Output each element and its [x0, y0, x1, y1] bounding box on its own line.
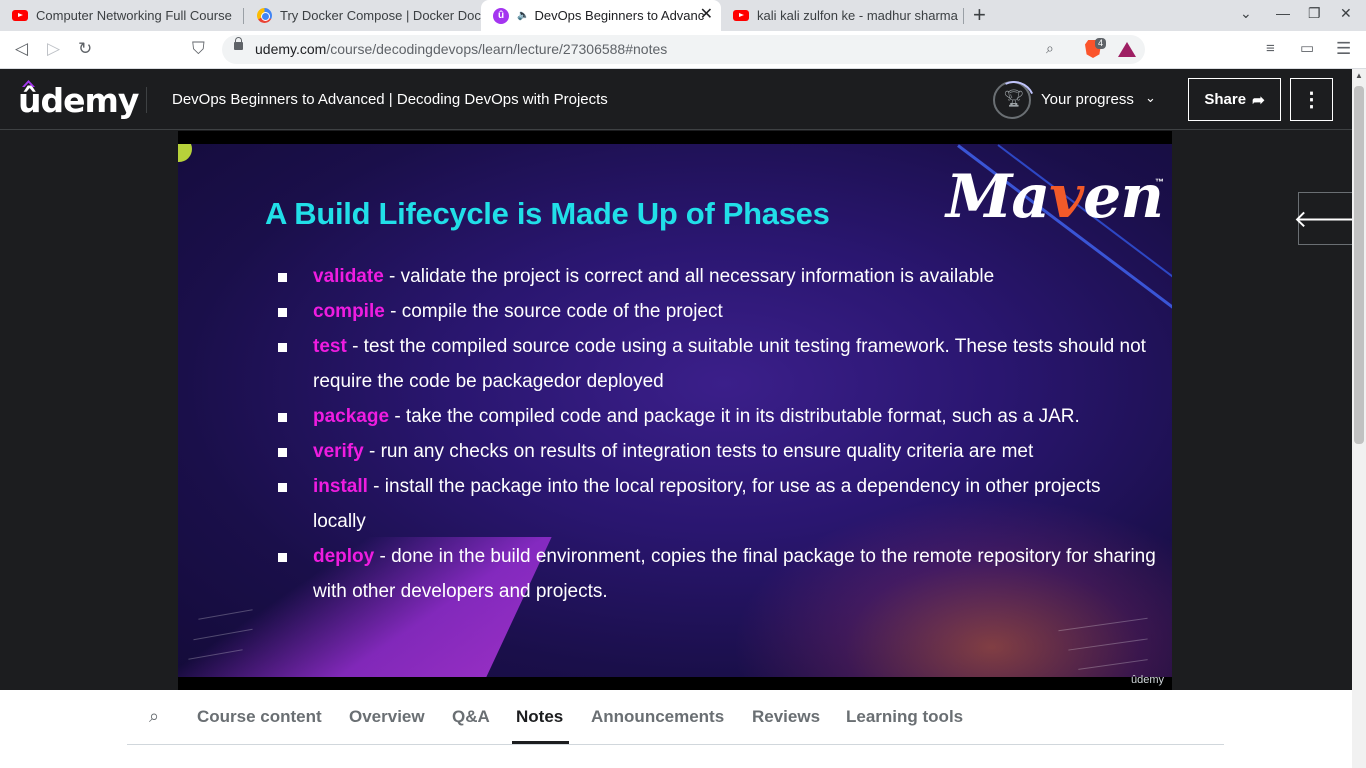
address-bar[interactable]: udemy.com/course/decodingdevops/learn/le…: [222, 35, 1145, 64]
trophy-icon: 🏆︎: [1003, 89, 1025, 108]
page-scrollbar[interactable]: ▲: [1352, 69, 1366, 768]
browser-tab[interactable]: kali kali zulfon ke - madhur sharma: [721, 0, 963, 31]
youtube-icon: [12, 8, 28, 24]
tab-title: Computer Networking Full Course: [36, 8, 232, 23]
tab-title: DevOps Beginners to Advanced: [534, 8, 705, 23]
arrow-left-icon: 🡐: [1293, 205, 1358, 233]
search-icon[interactable]: ⌕: [149, 706, 159, 727]
youtube-icon: [733, 8, 749, 24]
restore-icon[interactable]: ❐: [1308, 5, 1321, 22]
video-stage: A Build Lifecycle is Made Up of Phases M…: [0, 131, 1358, 690]
chevron-down-icon[interactable]: ⌄: [1145, 90, 1156, 106]
chevron-down-icon[interactable]: ⌄: [1240, 5, 1252, 22]
lecture-tabs: ⌕ Course content Overview Q&A Notes Anno…: [127, 690, 1224, 745]
course-title[interactable]: DevOps Beginners to Advanced | Decoding …: [172, 91, 608, 108]
scroll-up-arrow-icon[interactable]: ▲: [1355, 71, 1363, 80]
scroll-thumb[interactable]: [1354, 86, 1364, 444]
tab-qa[interactable]: Q&A: [452, 707, 490, 727]
course-header: ûdemy DevOps Beginners to Advanced | Dec…: [0, 69, 1366, 130]
wallet-icon[interactable]: ▭: [1300, 39, 1314, 59]
phase-list: validate - validate the project is corre…: [278, 259, 1158, 609]
lecture-slide: A Build Lifecycle is Made Up of Phases M…: [178, 144, 1172, 677]
video-player[interactable]: A Build Lifecycle is Made Up of Phases M…: [178, 131, 1172, 690]
shield-count-badge: 4: [1095, 38, 1107, 49]
list-item: compile - compile the source code of the…: [278, 294, 1158, 329]
browser-tab-active[interactable]: û 🔈 DevOps Beginners to Advanced ✕: [481, 0, 721, 31]
udemy-icon: û: [493, 7, 509, 24]
tab-overview[interactable]: Overview: [349, 707, 425, 727]
back-icon[interactable]: ◁: [15, 39, 28, 59]
new-tab-button[interactable]: +: [973, 4, 986, 26]
url-text[interactable]: udemy.com/course/decodingdevops/learn/le…: [255, 41, 667, 57]
maven-logo: Maven: [946, 162, 1164, 232]
audio-icon[interactable]: 🔈: [517, 10, 529, 21]
active-tab-indicator: [512, 741, 569, 744]
tab-announcements[interactable]: Announcements: [591, 707, 724, 727]
chrome-icon: [256, 8, 272, 24]
browser-tab-strip: Computer Networking Full Course Try Dock…: [0, 0, 1366, 31]
forward-icon[interactable]: ▷: [47, 39, 60, 59]
list-item: install - install the package into the l…: [278, 469, 1158, 539]
menu-icon[interactable]: ☰: [1336, 39, 1351, 59]
list-item: deploy - done in the build environment, …: [278, 539, 1158, 609]
bookmark-icon[interactable]: ⛉: [192, 39, 205, 59]
zoom-icon[interactable]: ⌕: [1046, 40, 1054, 57]
close-icon[interactable]: ✕: [700, 7, 713, 23]
brave-rewards-icon[interactable]: [1118, 42, 1136, 57]
browser-tab[interactable]: Computer Networking Full Course: [0, 0, 243, 31]
list-item: package - take the compiled code and pac…: [278, 399, 1158, 434]
browser-toolbar: ◁ ▷ ↻ ⛉ udemy.com/course/decodingdevops/…: [0, 31, 1366, 69]
reload-icon[interactable]: ↻: [78, 39, 92, 59]
playlist-icon[interactable]: ≡: [1266, 39, 1275, 59]
trademark-symbol: ™: [1155, 177, 1164, 187]
lecture-tabs-panel: ⌕ Course content Overview Q&A Notes Anno…: [0, 690, 1352, 768]
lock-icon: [234, 37, 243, 50]
tab-learning-tools[interactable]: Learning tools: [846, 707, 963, 727]
share-arrow-icon: ➦: [1252, 91, 1265, 109]
slide-title: A Build Lifecycle is Made Up of Phases: [265, 196, 830, 231]
minimize-icon[interactable]: —: [1276, 5, 1290, 21]
share-button[interactable]: Share ➦: [1188, 78, 1281, 121]
tab-notes[interactable]: Notes: [516, 707, 563, 727]
tab-title: Try Docker Compose | Docker Docs: [280, 8, 481, 23]
video-watermark: ûdemy: [1130, 674, 1164, 686]
share-label: Share: [1204, 91, 1247, 108]
list-item: validate - validate the project is corre…: [278, 259, 1158, 294]
expand-sidebar-button[interactable]: 🡐: [1293, 192, 1358, 245]
list-item: test - test the compiled source code usi…: [278, 329, 1158, 399]
tab-course-content[interactable]: Course content: [197, 707, 322, 727]
more-options-button[interactable]: ⋮: [1290, 78, 1333, 121]
close-window-icon[interactable]: ✕: [1340, 5, 1352, 22]
tab-reviews[interactable]: Reviews: [752, 707, 820, 727]
progress-label[interactable]: Your progress: [1041, 91, 1134, 108]
udemy-logo[interactable]: ûdemy: [18, 81, 139, 120]
tab-title: kali kali zulfon ke - madhur sharma: [757, 8, 958, 23]
list-item: verify - run any checks on results of in…: [278, 434, 1158, 469]
browser-tab[interactable]: Try Docker Compose | Docker Docs: [244, 0, 481, 31]
